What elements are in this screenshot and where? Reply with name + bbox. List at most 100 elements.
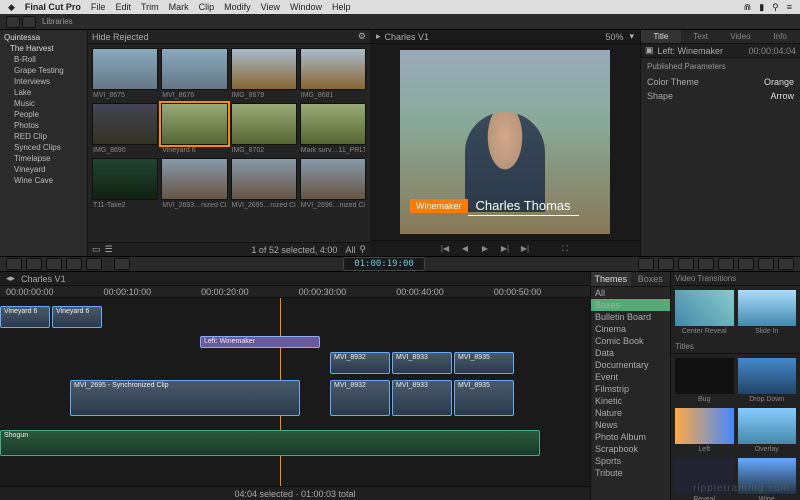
sidebar-item[interactable]: Interviews	[0, 76, 87, 87]
transitions-button[interactable]	[738, 258, 754, 270]
fx-category[interactable]: Scrapbook	[591, 443, 670, 455]
connect-button[interactable]	[26, 258, 42, 270]
generators-button[interactable]	[758, 258, 774, 270]
menu-edit[interactable]: Edit	[115, 2, 131, 12]
timeline-clip[interactable]: MVI_8933	[392, 352, 452, 374]
timeline-clip[interactable]: MVI_8935	[454, 352, 514, 374]
hide-rejected-label[interactable]: Hide Rejected	[92, 32, 149, 42]
append-button[interactable]	[66, 258, 82, 270]
sidebar-item[interactable]: Vineyard	[0, 164, 87, 175]
timeline-tracks[interactable]: Vineyard 6Vineyard 6 Left: Winemaker MVI…	[0, 298, 590, 486]
sidebar-item[interactable]: Photos	[0, 120, 87, 131]
insert-button[interactable]	[46, 258, 62, 270]
arrow-tool-button[interactable]	[114, 258, 130, 270]
fx-tab-themes[interactable]: Themes	[591, 272, 631, 286]
menu-file[interactable]: File	[91, 2, 106, 12]
fx-item[interactable]: Overlay	[738, 408, 797, 444]
sidebar-item[interactable]: Lake	[0, 87, 87, 98]
timeline-ruler[interactable]: 00:00:00:0000:00:10:0000:00:20:0000:00:3…	[0, 286, 590, 298]
sidebar-item[interactable]: People	[0, 109, 87, 120]
wifi-icon[interactable]: ⋒	[744, 2, 752, 13]
filter-all[interactable]: All	[345, 245, 355, 255]
sidebar-item[interactable]: Synced Clips	[0, 142, 87, 153]
go-end-button[interactable]: ▶|	[519, 244, 531, 254]
clip-thumbnail[interactable]: IMG_8702	[231, 103, 297, 145]
viewer-back-icon[interactable]: ▸	[376, 31, 381, 42]
timeline-clip[interactable]: Vineyard 6	[0, 306, 50, 328]
spotlight-icon[interactable]: ⚲	[772, 2, 779, 13]
fx-item[interactable]: Left	[675, 408, 734, 444]
fx-tab-boxes[interactable]: Boxes	[631, 272, 671, 286]
app-name[interactable]: Final Cut Pro	[25, 2, 81, 12]
filmstrip-view-button[interactable]: ▭	[92, 244, 101, 255]
library-toggle-button[interactable]	[6, 16, 20, 28]
clip-thumbnail[interactable]: Mark surv…11_PRLT	[300, 103, 366, 145]
clip-thumbnail[interactable]: IMG_8679	[231, 48, 297, 90]
fx-category[interactable]: Photo Album	[591, 431, 670, 443]
inspector-tab-info[interactable]: Info	[760, 30, 800, 43]
retiming-button[interactable]	[638, 258, 654, 270]
browser-options-icon[interactable]: ⚙	[358, 31, 366, 42]
fx-category[interactable]: Kinetic	[591, 395, 670, 407]
menu-extras-icon[interactable]: ≡	[787, 2, 792, 12]
menu-help[interactable]: Help	[332, 2, 351, 12]
clip-thumbnail[interactable]: MVI_2695…nized Clip	[231, 158, 297, 200]
param-shape-value[interactable]: Arrow	[770, 91, 794, 101]
music-button[interactable]	[698, 258, 714, 270]
fx-item[interactable]: Drop Down	[738, 358, 797, 394]
prev-frame-button[interactable]: ◀	[459, 244, 471, 254]
inspector-tab-video[interactable]: Video	[721, 30, 761, 43]
timeline-clip[interactable]: MVI_8932	[330, 352, 390, 374]
clip-thumbnail[interactable]: MVI_8675	[92, 48, 158, 90]
event-name[interactable]: The Harvest	[0, 43, 87, 54]
fx-item[interactable]: Bug	[675, 358, 734, 394]
photos-button[interactable]	[678, 258, 694, 270]
fx-category[interactable]: Bulletin Board	[591, 311, 670, 323]
timeline-clip[interactable]: Vineyard 6	[52, 306, 102, 328]
timecode-display[interactable]: 01:00:19:00	[343, 257, 425, 271]
list-view-button[interactable]: ☰	[105, 244, 113, 255]
menu-view[interactable]: View	[261, 2, 280, 12]
next-frame-button[interactable]: ▶|	[499, 244, 511, 254]
sidebar-item[interactable]: Wine Cave	[0, 175, 87, 186]
fx-category[interactable]: Cinema	[591, 323, 670, 335]
inspector-tab-title[interactable]: Title	[641, 30, 681, 43]
clip-thumbnail[interactable]: MVI_2693…nized Clip	[161, 158, 227, 200]
clip-thumbnail[interactable]: MVI_2696…nized Clip	[300, 158, 366, 200]
fx-category[interactable]: Comic Book	[591, 335, 670, 347]
menu-modify[interactable]: Modify	[224, 2, 251, 12]
timeline-clip[interactable]: MVI_8932	[330, 380, 390, 416]
fx-category[interactable]: Event	[591, 371, 670, 383]
menu-trim[interactable]: Trim	[141, 2, 159, 12]
fx-category[interactable]: Nature	[591, 407, 670, 419]
fx-category[interactable]: Boxes	[591, 299, 670, 311]
viewer-canvas[interactable]: Winemaker Charles Thomas	[400, 50, 610, 234]
fx-category[interactable]: Filmstrip	[591, 383, 670, 395]
viewer-settings-icon[interactable]: ▾	[629, 31, 634, 42]
browser-toggle-button[interactable]	[22, 16, 36, 28]
sidebar-item[interactable]: Timelapse	[0, 153, 87, 164]
sidebar-item[interactable]: RED Clip	[0, 131, 87, 142]
clip-thumbnail[interactable]: MVI_8676	[161, 48, 227, 90]
timeline-clip[interactable]: MVI_2695 - Synchronized Clip	[70, 380, 300, 416]
sidebar-item[interactable]: Grape Testing	[0, 65, 87, 76]
timeline-history-icon[interactable]: ◂▸	[6, 273, 15, 284]
fx-category[interactable]: All	[591, 287, 670, 299]
clip-thumbnail[interactable]: IMG_8690	[92, 103, 158, 145]
fx-item[interactable]: Slide In	[738, 290, 797, 326]
search-icon[interactable]: ⚲	[359, 244, 366, 255]
overwrite-button[interactable]	[86, 258, 102, 270]
timeline-audio-clip[interactable]: Shogun	[0, 430, 540, 456]
timeline-clip[interactable]: MVI_8933	[392, 380, 452, 416]
fx-category[interactable]: News	[591, 419, 670, 431]
effects-button[interactable]	[658, 258, 674, 270]
clip-thumbnail[interactable]: T11-Take2	[92, 158, 158, 200]
fullscreen-button[interactable]: ⛶	[559, 244, 571, 254]
menu-mark[interactable]: Mark	[169, 2, 189, 12]
viewer-zoom[interactable]: 50%	[605, 32, 623, 42]
titles-button[interactable]	[718, 258, 734, 270]
sidebar-item[interactable]: B-Roll	[0, 54, 87, 65]
menu-window[interactable]: Window	[290, 2, 322, 12]
sidebar-item[interactable]: Music	[0, 98, 87, 109]
index-button[interactable]	[6, 258, 22, 270]
